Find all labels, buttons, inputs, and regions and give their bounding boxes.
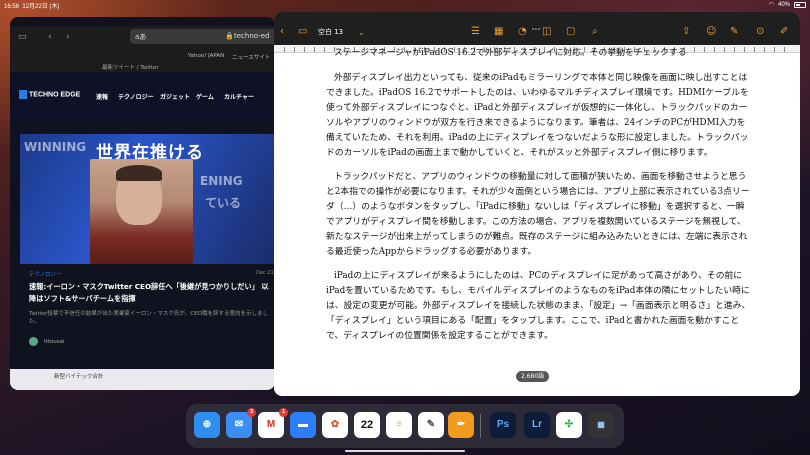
chart-icon[interactable]: ◔ bbox=[518, 26, 527, 37]
dock-lightroom[interactable]: Lr bbox=[524, 412, 550, 438]
badge: 1 bbox=[279, 408, 288, 417]
dock-goodnotes[interactable]: ✎ bbox=[418, 412, 444, 438]
paragraph: ステージマネージャがiPadOS 16.2で外部ディスプレイに対応。その挙動をチ… bbox=[334, 48, 687, 58]
dock-files[interactable]: ▬ bbox=[290, 412, 316, 438]
list-icon[interactable]: ☰ bbox=[471, 26, 480, 37]
share-icon[interactable]: ⇪ bbox=[682, 26, 690, 37]
hero-bg-text-3: ている bbox=[205, 196, 242, 210]
tweet-bar[interactable]: 最新ツイート / Twitter bbox=[102, 63, 159, 71]
address-bar[interactable]: aあ 🔒 techno-ed bbox=[130, 29, 275, 44]
dock-google-photos[interactable]: ✣ bbox=[556, 412, 582, 438]
favorites-bar: Yahoo! JAPAN ニュースサイト 最新ツイート / Twitter bbox=[10, 50, 275, 72]
battery-icon bbox=[794, 1, 806, 8]
status-right: ◠ 40% bbox=[769, 1, 806, 8]
home-indicator[interactable] bbox=[345, 450, 465, 452]
dock-separator bbox=[480, 414, 481, 438]
back-icon[interactable]: ‹ bbox=[280, 26, 284, 37]
status-bar: 16:56 12月22日 (木) ◠ 40% bbox=[0, 0, 810, 10]
badge: 3 bbox=[247, 408, 256, 417]
nav-technology[interactable]: テクノロジー bbox=[118, 92, 154, 101]
shapes-icon[interactable]: ◫ bbox=[542, 26, 551, 37]
search-icon[interactable]: ⌕ bbox=[592, 26, 598, 37]
nav-culture[interactable]: カルチャー bbox=[224, 92, 254, 101]
nav-gadget[interactable]: ガジェット bbox=[160, 92, 190, 101]
hero-image[interactable]: WINNING ENING ている 世界在推ける bbox=[20, 134, 275, 264]
favorite-yahoo[interactable]: Yahoo! JAPAN bbox=[188, 53, 224, 59]
site-header: TECHNO EDGE 速報 テクノロジー ガジェット ゲーム カルチャー bbox=[10, 72, 275, 122]
pen-icon: ✒ bbox=[456, 419, 466, 430]
sidebar-icon[interactable]: ▭ bbox=[298, 26, 307, 37]
paragraph: 外部ディスプレイ出力といっても、従来のiPadもミラーリングで本体と同じ映像を画… bbox=[326, 73, 749, 158]
table-icon[interactable]: ▦ bbox=[494, 26, 503, 37]
dock-calendar[interactable]: 22 bbox=[354, 412, 380, 438]
battery-percent: 40% bbox=[777, 1, 790, 8]
gmail-icon: M bbox=[266, 419, 276, 430]
notebook-icon: ✎ bbox=[426, 419, 436, 430]
article-category[interactable]: テクノロジー bbox=[29, 270, 62, 278]
folder-icon: ▬ bbox=[298, 419, 308, 430]
favorite-news[interactable]: ニュースサイト bbox=[232, 53, 270, 61]
compass-icon: ⊕ bbox=[202, 419, 212, 430]
dock-gmail[interactable]: M1 bbox=[258, 408, 288, 438]
article-date: Dec 21 bbox=[256, 270, 274, 276]
dock-pages[interactable]: ✒ bbox=[448, 412, 474, 438]
next-article-strip[interactable]: 新型バイテック合計 bbox=[10, 369, 275, 390]
chevron-down-icon[interactable]: ⌄ bbox=[358, 28, 365, 37]
reader-icon[interactable]: aあ bbox=[135, 33, 146, 41]
paragraph: トラックパッドだと、アプリのウィンドウの移動量に対して面積が狭いため、画面を移動… bbox=[326, 172, 750, 257]
safari-toolbar: ▭ ‹ › aあ 🔒 techno-ed bbox=[10, 26, 275, 50]
dock-mail[interactable]: ✉ 3 bbox=[226, 408, 256, 438]
dock-safari[interactable]: ⊕ bbox=[194, 412, 220, 438]
sidebar-icon[interactable]: ▭ bbox=[18, 32, 27, 42]
article-author[interactable]: Ittousai bbox=[29, 337, 65, 346]
calendar-day: 22 bbox=[360, 419, 374, 431]
pinwheel-icon: ✣ bbox=[564, 419, 574, 430]
wifi-icon: ◠ bbox=[768, 2, 774, 8]
window-grabber[interactable] bbox=[138, 21, 148, 36]
dock-photoshop[interactable]: Ps bbox=[490, 412, 516, 438]
edit-icon[interactable]: ✐ bbox=[780, 26, 788, 37]
pages-window[interactable]: ‹ ▭ 空白 13 ⌄ ☰ ▦ ◔ ◫ ▢ ⌕ ⇪ ☺ ✎ ⊙ ✐ ステージマネ… bbox=[274, 12, 800, 396]
flower-icon: ✿ bbox=[330, 419, 340, 430]
forward-icon[interactable]: › bbox=[66, 32, 70, 42]
more-icon[interactable]: ⊙ bbox=[756, 26, 764, 37]
logo-mark-icon bbox=[19, 90, 27, 99]
notes-icon: ≡ bbox=[396, 419, 402, 430]
lock-icon: 🔒 bbox=[225, 32, 234, 40]
paragraph: iPadの上にディスプレイが来るようにしたのは、PCのディスプレイに足があって高… bbox=[326, 271, 751, 341]
dock: ⊕ ✉ 3 M1 ▬ ✿ 22 ≡ ✎ ✒ Ps Lr ✣ ▦ bbox=[186, 404, 624, 448]
collaborate-icon[interactable]: ☺ bbox=[706, 26, 716, 37]
document-title[interactable]: 空白 13 bbox=[318, 27, 343, 37]
article-description: Twitter投票で不信任の結果が出た実業家イーロン・マスク氏が、CEO職を辞す… bbox=[29, 311, 268, 325]
media-icon[interactable]: ▢ bbox=[566, 26, 575, 37]
safari-window[interactable]: ▭ ‹ › aあ 🔒 techno-ed Yahoo! JAPAN ニュースサイ… bbox=[10, 17, 275, 390]
document-body[interactable]: ステージマネージャがiPadOS 16.2で外部ディスプレイに対応。その挙動をチ… bbox=[326, 48, 752, 353]
next-article-text: 新型バイテック合計 bbox=[54, 374, 104, 380]
nav-breaking[interactable]: 速報 bbox=[96, 92, 108, 101]
status-time: 16:56 12月22日 (木) bbox=[4, 4, 60, 10]
back-icon[interactable]: ‹ bbox=[48, 32, 52, 42]
hero-bg-text-2: ENING bbox=[200, 174, 243, 188]
dock-recent-apps[interactable]: ▦ bbox=[588, 412, 614, 438]
format-brush-icon[interactable]: ✎ bbox=[730, 26, 738, 37]
dock-photos[interactable]: ✿ bbox=[322, 412, 348, 438]
url-text: techno-ed bbox=[234, 32, 270, 40]
hero-bg-text-1: WINNING bbox=[24, 140, 87, 154]
avatar bbox=[29, 337, 38, 346]
site-logo[interactable]: TECHNO EDGE bbox=[19, 90, 80, 99]
dock-notes[interactable]: ≡ bbox=[386, 412, 412, 438]
portrait-photo bbox=[90, 159, 193, 264]
nav-game[interactable]: ゲーム bbox=[196, 92, 214, 101]
window-grabber[interactable] bbox=[532, 15, 541, 34]
word-count-badge[interactable]: 2,680語 bbox=[516, 371, 550, 382]
app-library-icon: ▦ bbox=[597, 420, 605, 429]
mail-icon: ✉ bbox=[234, 419, 244, 430]
article-title[interactable]: 速報:イーロン・マスクTwitter CEO辞任へ「後継が見つかりしだい」 以降… bbox=[29, 281, 269, 305]
